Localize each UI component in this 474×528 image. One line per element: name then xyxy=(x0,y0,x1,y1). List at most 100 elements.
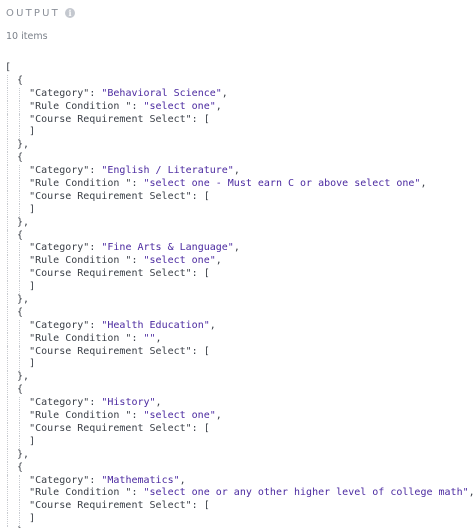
colon: : xyxy=(89,474,102,486)
indent-guide xyxy=(7,345,8,359)
object-open-brace: { xyxy=(5,384,474,398)
indent-guide xyxy=(7,371,8,385)
indent-guide xyxy=(19,126,21,140)
colon: : xyxy=(89,319,102,331)
rule-condition-key: "Rule Condition " xyxy=(29,332,132,344)
colon-bracket: : [ xyxy=(191,113,210,125)
indent-guide xyxy=(19,345,21,359)
indent-guide xyxy=(19,190,21,204)
course-requirement-key: "Course Requirement Select" xyxy=(29,268,192,280)
array-open-bracket: [ xyxy=(5,62,474,75)
rule-condition-line: "Rule Condition ": "", xyxy=(5,332,474,346)
category-line: "Category": "Health Education", xyxy=(5,319,474,333)
json-output: [ { "Category": "Behavioral Science", "R… xyxy=(5,62,474,528)
indent-guide xyxy=(7,268,8,282)
course-requirement-close: ] xyxy=(5,203,474,217)
bracket: ] xyxy=(5,126,36,138)
indent-guide xyxy=(7,448,8,462)
indent-guide xyxy=(19,513,21,527)
category-value: "Health Education" xyxy=(101,319,210,331)
rule-condition-value: "select one - Must earn C or above selec… xyxy=(143,178,421,190)
comma: , xyxy=(155,332,162,344)
indent-guide xyxy=(19,487,21,501)
indent-guide xyxy=(19,100,21,114)
category-key: "Category" xyxy=(29,87,90,99)
category-key: "Category" xyxy=(29,242,90,254)
colon: : xyxy=(89,242,102,254)
indent-guide xyxy=(7,165,8,179)
indent-guide xyxy=(7,139,8,153)
indent-guide xyxy=(19,397,21,411)
course-requirement-line: "Course Requirement Select": [ xyxy=(5,500,474,514)
object-close-brace: }, xyxy=(5,294,474,307)
rule-condition-value: "" xyxy=(143,332,156,344)
rule-condition-value: "select one or any other higher level of… xyxy=(143,487,469,499)
indent-guide xyxy=(19,87,21,101)
comma: , xyxy=(469,487,474,498)
rule-condition-line: "Rule Condition ": "select one or any ot… xyxy=(5,487,474,501)
indent-guide xyxy=(7,384,8,398)
category-line: "Category": "History", xyxy=(5,397,474,411)
comma: , xyxy=(215,410,222,422)
indent-guide xyxy=(7,74,8,88)
comma: , xyxy=(209,319,216,331)
colon: : xyxy=(131,487,144,499)
comma: , xyxy=(221,87,228,99)
category-key: "Category" xyxy=(29,474,90,486)
course-requirement-close: ] xyxy=(5,126,474,140)
indent-guide xyxy=(19,242,21,256)
course-requirement-line: "Course Requirement Select": [ xyxy=(5,190,474,204)
indent-guide xyxy=(7,178,8,191)
rule-condition-line: "Rule Condition ": "select one - Must ea… xyxy=(5,178,474,191)
rule-condition-line: "Rule Condition ": "select one", xyxy=(5,100,474,114)
course-requirement-line: "Course Requirement Select": [ xyxy=(5,345,474,359)
indent-guide xyxy=(7,281,8,295)
indent-guide xyxy=(7,87,8,101)
course-requirement-key: "Course Requirement Select" xyxy=(29,113,192,125)
indent-guide xyxy=(19,178,21,191)
indent-guide xyxy=(7,397,8,411)
category-line: "Category": "Fine Arts & Language", xyxy=(5,242,474,256)
colon: : xyxy=(131,255,144,267)
rule-condition-key: "Rule Condition " xyxy=(29,410,132,422)
indent-guide xyxy=(19,113,21,127)
bracket: ] xyxy=(5,358,36,370)
brace: }, xyxy=(5,139,30,151)
info-icon[interactable]: i xyxy=(64,8,75,18)
category-key: "Category" xyxy=(29,319,90,331)
indent-guide xyxy=(19,435,21,449)
colon: : xyxy=(89,397,102,409)
object-close-brace: }, xyxy=(5,139,474,153)
rule-condition-value: "select one" xyxy=(143,255,216,267)
indent-guide xyxy=(19,281,21,295)
indent-guide xyxy=(7,461,8,475)
colon: : xyxy=(131,332,144,344)
indent-guide xyxy=(7,216,8,230)
category-value: "English / Literature" xyxy=(101,165,234,177)
rule-condition-key: "Rule Condition " xyxy=(29,487,132,499)
bracket: ] xyxy=(5,203,36,215)
indent-guide xyxy=(7,319,8,333)
course-requirement-close: ] xyxy=(5,358,474,372)
indent-guide xyxy=(19,203,21,217)
indent-guide xyxy=(7,332,8,346)
indent-guide xyxy=(7,487,8,501)
category-line: "Category": "Mathematics", xyxy=(5,474,474,488)
brace: }, xyxy=(5,294,30,306)
colon: : xyxy=(131,178,144,190)
indent-guide xyxy=(7,242,8,256)
course-requirement-close: ] xyxy=(5,513,474,527)
colon-bracket: : [ xyxy=(191,422,210,434)
indent-guide xyxy=(7,229,8,243)
category-key: "Category" xyxy=(29,397,90,409)
indent-guide xyxy=(7,203,8,217)
indent-guide xyxy=(7,113,8,127)
indent-guide xyxy=(7,126,8,140)
indent-guide xyxy=(7,306,8,320)
